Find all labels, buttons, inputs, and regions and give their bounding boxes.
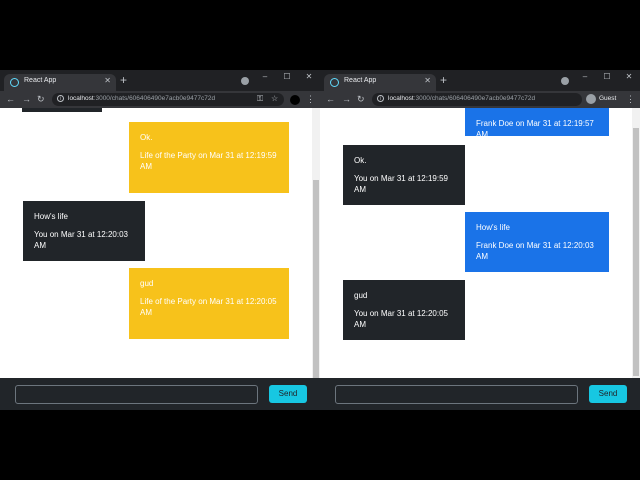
close-window-icon[interactable]: ✕: [618, 70, 640, 84]
message-bubble: How's life You on Mar 31 at 12:20:03 AM: [23, 201, 145, 261]
tab-title: React App: [344, 77, 377, 84]
forward-icon[interactable]: →: [22, 93, 31, 105]
guest-avatar-icon: [586, 94, 596, 104]
url-text: localhost:3000/chats/606406490e7acb0e947…: [68, 95, 215, 102]
send-button[interactable]: Send: [589, 385, 627, 403]
browser-toolbar: ← → ↻ i localhost:3000/chats/606406490e7…: [320, 91, 640, 108]
new-tab-icon[interactable]: +: [120, 73, 127, 87]
menu-icon[interactable]: ⋮: [306, 93, 315, 105]
message-meta: You on Mar 31 at 12:20:05 AM: [354, 309, 448, 329]
message-text: How's life: [476, 223, 510, 232]
url-text: localhost:3000/chats/606406490e7acb0e947…: [388, 95, 535, 102]
scrollbar-thumb[interactable]: [633, 128, 639, 376]
scrollbar[interactable]: [632, 108, 640, 378]
react-favicon-icon: [330, 78, 339, 87]
address-bar[interactable]: i localhost:3000/chats/606406490e7acb0e9…: [52, 93, 284, 106]
browser-window-right: React App ✕ + – ☐ ✕ ← → ↻ i localhost:30…: [320, 70, 640, 410]
message-meta: Frank Doe on Mar 31 at 12:19:57 AM: [476, 119, 594, 139]
maximize-icon[interactable]: ☐: [276, 70, 298, 84]
info-icon[interactable]: i: [57, 95, 64, 102]
minimize-icon[interactable]: –: [254, 70, 276, 84]
message-meta: You on Mar 31 at 12:20:03 AM: [34, 230, 128, 250]
tab-strip: React App ✕ + – ☐ ✕: [0, 70, 320, 91]
profile-avatar-icon[interactable]: [290, 95, 300, 105]
chat-footer: Send: [320, 378, 640, 410]
send-button[interactable]: Send: [269, 385, 307, 403]
profile-label: Guest: [599, 95, 617, 102]
url-path: :3000/chats/606406490e7acb0e9477c72d: [93, 95, 216, 102]
close-tab-icon[interactable]: ✕: [424, 76, 431, 85]
browser-tab[interactable]: React App ✕: [324, 74, 436, 91]
message-bubble: Ok. Life of the Party on Mar 31 at 12:19…: [129, 122, 289, 193]
message-meta: Life of the Party on Mar 31 at 12:19:59 …: [140, 151, 277, 171]
message-meta: You on Mar 31 at 12:19:59 AM: [354, 174, 448, 194]
reload-icon[interactable]: ↻: [37, 93, 45, 105]
chat-area: Ok. Life of the Party on Mar 31 at 12:19…: [0, 108, 320, 378]
message-text: Ok.: [354, 156, 367, 165]
url-host: localhost: [68, 95, 94, 102]
message-meta: Life of the Party on Mar 31 at 12:20:05 …: [140, 297, 277, 317]
message-input[interactable]: [15, 385, 258, 404]
browser-window-left: React App ✕ + – ☐ ✕ ← → ↻ i localhost:30…: [0, 70, 320, 410]
browser-tab[interactable]: React App ✕: [4, 74, 116, 91]
message-bubble: gud You on Mar 31 at 12:20:05 AM: [343, 280, 465, 340]
message-bubble: How's life Frank Doe on Mar 31 at 12:20:…: [465, 212, 609, 272]
url-path: :3000/chats/606406490e7acb0e9477c72d: [413, 95, 536, 102]
info-icon[interactable]: i: [377, 95, 384, 102]
new-tab-icon[interactable]: +: [440, 73, 447, 87]
chat-area: Frank Doe on Mar 31 at 12:19:57 AM Ok. Y…: [320, 108, 640, 378]
close-tab-icon[interactable]: ✕: [104, 76, 111, 85]
close-window-icon[interactable]: ✕: [298, 70, 320, 84]
message-bubble-partial: [22, 108, 102, 112]
message-bubble: Ok. You on Mar 31 at 12:19:59 AM: [343, 145, 465, 205]
back-icon[interactable]: ←: [6, 93, 15, 105]
window-controls: – ☐ ✕: [574, 70, 640, 84]
extension-icon[interactable]: [561, 77, 569, 85]
chat-footer: Send: [0, 378, 320, 410]
address-bar[interactable]: i localhost:3000/chats/606406490e7acb0e9…: [372, 93, 582, 106]
message-input[interactable]: [335, 385, 578, 404]
message-meta: Frank Doe on Mar 31 at 12:20:03 AM: [476, 241, 594, 261]
message-text: How's life: [34, 212, 68, 221]
menu-icon[interactable]: ⋮: [626, 93, 635, 105]
scrollbar[interactable]: [312, 108, 320, 378]
tab-title: React App: [24, 77, 57, 84]
message-text: Ok.: [140, 133, 153, 142]
message-bubble: Frank Doe on Mar 31 at 12:19:57 AM: [465, 108, 609, 139]
minimize-icon[interactable]: –: [574, 70, 596, 84]
reload-icon[interactable]: ↻: [357, 93, 365, 105]
message-bubble: gud Life of the Party on Mar 31 at 12:20…: [129, 268, 289, 339]
url-host: localhost: [388, 95, 414, 102]
scrollbar-thumb[interactable]: [313, 180, 319, 378]
key-icon[interactable]: ⚿: [257, 93, 263, 105]
maximize-icon[interactable]: ☐: [596, 70, 618, 84]
window-controls: – ☐ ✕: [254, 70, 320, 84]
forward-icon[interactable]: →: [342, 93, 351, 105]
message-text: gud: [354, 291, 368, 300]
bookmark-star-icon[interactable]: ☆: [271, 93, 278, 105]
react-favicon-icon: [10, 78, 19, 87]
browser-toolbar: ← → ↻ i localhost:3000/chats/606406490e7…: [0, 91, 320, 108]
message-text: gud: [140, 279, 154, 288]
tab-strip: React App ✕ + – ☐ ✕: [320, 70, 640, 91]
extension-icon[interactable]: [241, 77, 249, 85]
back-icon[interactable]: ←: [326, 93, 335, 105]
